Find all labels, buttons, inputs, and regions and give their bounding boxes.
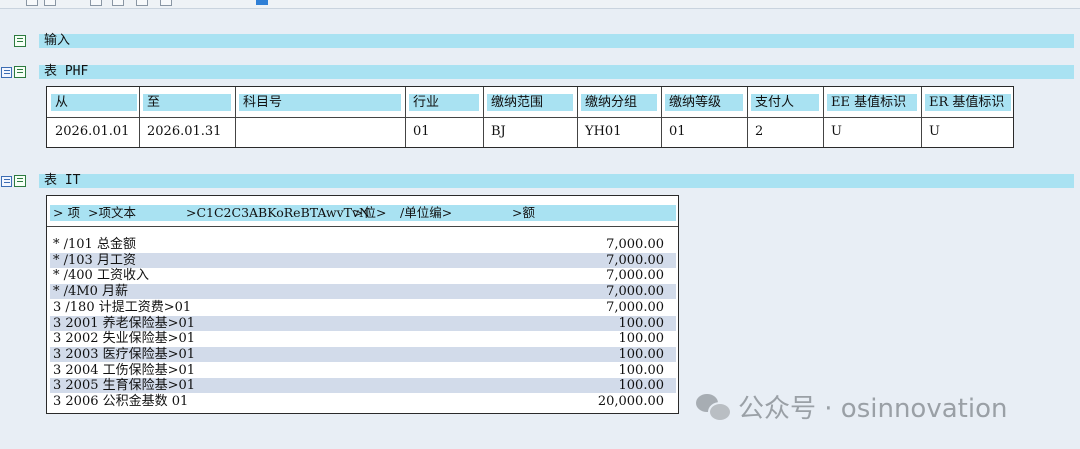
row-item-text: * /101 总金额 <box>53 237 136 252</box>
phf-divider <box>47 117 1013 118</box>
row-amount: 100.00 <box>618 346 665 362</box>
cell-contribution-group[interactable]: YH01 <box>581 123 657 141</box>
cell-from[interactable]: 2026.01.01 <box>51 123 137 141</box>
row-item-text: 3 2003 医疗保险基>01 <box>53 346 196 362</box>
toolbar-icon-6[interactable] <box>160 0 172 6</box>
col-header-payer[interactable]: 支付人 <box>751 94 819 111</box>
row-item-text: 3 2002 失业保险基>01 <box>53 331 196 347</box>
row-amount: 100.00 <box>618 331 665 347</box>
section-title-input: 输入 <box>44 33 71 48</box>
it-divider <box>47 226 678 227</box>
wechat-icon <box>696 392 732 422</box>
toolbar-icon-1[interactable] <box>26 0 38 6</box>
expand-table-icon[interactable] <box>1 176 12 187</box>
row-amount: 100.00 <box>618 315 665 331</box>
col-header-contribution-group[interactable]: 缴纳分组 <box>581 94 657 111</box>
phf-col-divider <box>139 87 140 147</box>
toolbar-icon-3[interactable] <box>90 0 102 6</box>
table-icon[interactable] <box>14 175 26 187</box>
phf-col-divider <box>921 87 922 147</box>
cell-to[interactable]: 2026.01.31 <box>143 123 231 141</box>
row-item-text: * /103 月工资 <box>53 252 136 268</box>
cell-account[interactable] <box>239 123 401 141</box>
cell-payer[interactable]: 2 <box>751 123 819 141</box>
row-item-text: 3 2004 工伤保险基>01 <box>53 362 196 378</box>
col-header-account[interactable]: 科目号 <box>239 94 401 111</box>
table-row[interactable]: 3 2003 医疗保险基>01 100.00 <box>50 346 676 362</box>
phf-col-divider <box>235 87 236 147</box>
table-row[interactable]: 3 2006 公积金基数 01 20,000.00 <box>50 394 676 409</box>
table-row[interactable]: 3 2004 工伤保险基>01 100.00 <box>50 363 676 378</box>
table-row[interactable]: 3 2005 生育保险基>01 100.00 <box>50 378 676 394</box>
table-row[interactable]: * /400 工资收入 7,000.00 <box>50 268 676 283</box>
cell-er-base[interactable]: U <box>925 123 1011 141</box>
table-icon[interactable] <box>14 66 26 78</box>
it-col-header-item[interactable]: > 项 <box>53 205 80 221</box>
cell-contribution-area[interactable]: BJ <box>487 123 573 141</box>
row-amount: 100.00 <box>618 362 665 378</box>
section-bar-input <box>39 34 1074 48</box>
row-item-text: * /4M0 月薪 <box>53 284 128 300</box>
table-icon[interactable] <box>14 35 26 47</box>
toolbar <box>0 0 1080 9</box>
table-row[interactable]: 3 /180 计提工资费>01 7,000.00 <box>50 300 676 315</box>
row-item-text: 3 2006 公积金基数 01 <box>53 394 189 409</box>
row-item-text: 3 2001 养老保险基>01 <box>53 315 196 331</box>
toolbar-icon-5[interactable] <box>136 0 148 6</box>
section-bar-phf <box>39 65 1074 79</box>
col-header-from[interactable]: 从 <box>51 94 137 111</box>
phf-col-divider <box>747 87 748 147</box>
section-title-it: 表 IT <box>44 173 81 188</box>
phf-table: 从 至 科目号 行业 缴纳范围 缴纳分组 缴纳等级 支付人 EE 基值标识 ER… <box>46 86 1014 148</box>
it-col-header-item-text[interactable]: >项文本 <box>88 205 136 221</box>
cell-contribution-level[interactable]: 01 <box>665 123 743 141</box>
it-col-header-amount[interactable]: >额 <box>512 205 535 221</box>
row-item-text: 3 /180 计提工资费>01 <box>53 299 192 315</box>
watermark-text: 公众号 · osinnovation <box>738 393 1008 424</box>
col-header-er-base[interactable]: ER 基值标识 <box>925 94 1011 111</box>
row-amount: 20,000.00 <box>597 394 664 409</box>
table-row[interactable]: 3 2001 养老保险基>01 100.00 <box>50 315 676 331</box>
row-item-text: 3 2005 生育保险基>01 <box>53 378 196 394</box>
table-row[interactable]: 3 2002 失业保险基>01 100.00 <box>50 331 676 346</box>
row-amount: 7,000.00 <box>606 268 664 284</box>
it-header: > 项 >项文本 >C1C2C3ABKoReBTAwvTvN >位> /单位编>… <box>50 205 676 221</box>
table-row[interactable]: * /103 月工资 7,000.00 <box>50 252 676 268</box>
row-item-text: * /400 工资收入 <box>53 268 149 284</box>
phf-col-divider <box>661 87 662 147</box>
phf-col-divider <box>823 87 824 147</box>
col-header-contribution-area[interactable]: 缴纳范围 <box>487 94 573 111</box>
col-header-contribution-level[interactable]: 缴纳等级 <box>665 94 743 111</box>
section-title-phf: 表 PHF <box>44 64 89 79</box>
expand-table-icon[interactable] <box>1 67 12 78</box>
row-amount: 7,000.00 <box>606 252 664 268</box>
col-header-ee-base[interactable]: EE 基值标识 <box>827 94 917 111</box>
col-header-to[interactable]: 至 <box>143 94 231 111</box>
cell-industry[interactable]: 01 <box>409 123 479 141</box>
it-col-header-flags[interactable]: >C1C2C3ABKoReBTAwvTvN <box>186 205 370 221</box>
toolbar-active-icon[interactable] <box>256 0 268 5</box>
it-col-header-unit[interactable]: /单位编> <box>400 205 452 221</box>
cell-ee-base[interactable]: U <box>827 123 917 141</box>
watermark: 公众号 · osinnovation <box>696 388 1007 424</box>
table-row[interactable]: * /101 总金额 7,000.00 <box>50 237 676 252</box>
phf-col-divider <box>483 87 484 147</box>
row-amount: 7,000.00 <box>606 237 664 252</box>
table-row[interactable]: * /4M0 月薪 7,000.00 <box>50 284 676 300</box>
section-bar-it <box>39 174 1074 188</box>
it-col-header-position[interactable]: >位> <box>353 205 386 221</box>
row-amount: 7,000.00 <box>606 299 664 315</box>
it-table: > 项 >项文本 >C1C2C3ABKoReBTAwvTvN >位> /单位编>… <box>46 195 679 414</box>
toolbar-icon-4[interactable] <box>112 0 124 6</box>
toolbar-icon-2[interactable] <box>44 0 56 6</box>
row-amount: 7,000.00 <box>606 284 664 300</box>
row-amount: 100.00 <box>618 378 665 394</box>
col-header-industry[interactable]: 行业 <box>409 94 479 111</box>
phf-col-divider <box>405 87 406 147</box>
phf-col-divider <box>577 87 578 147</box>
